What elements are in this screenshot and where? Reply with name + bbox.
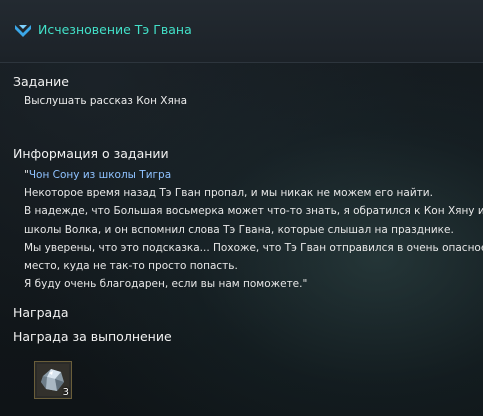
description-line: место, куда не так-то просто попасть. [24,260,238,273]
quest-header: Исчезновение Тэ Гвана [0,0,483,63]
description-line: В надежде, что Большая восьмерка может ч… [24,205,483,218]
chevron-quest-icon [14,22,32,40]
quest-title: Исчезновение Тэ Гвана [38,22,192,37]
description-line: Мы уверены, что это подсказка... Похоже,… [24,241,483,254]
item-count: 3 [62,387,69,398]
description-line: Я буду очень благодарен, если вы нам пом… [24,278,308,291]
speaker-name: Чон Сону из школы Тигра [28,169,172,181]
completion-reward-heading: Награда за выполнение [13,329,172,344]
description-line: школы Волка, и он вспомнил слова Тэ Гван… [24,223,454,236]
speaker-line: "Чон Сону из школы Тигра [24,166,476,184]
task-objective: Выслушать рассказ Кон Хяна [24,95,188,107]
description-line: Некоторое время назад Тэ Гван пропал, и … [24,187,433,200]
reward-heading: Награда [13,305,69,320]
quest-details-panel: Исчезновение Тэ Гвана Задание Выслушать … [0,0,483,416]
task-heading: Задание [13,74,69,89]
info-heading: Информация о задании [13,146,169,161]
quest-description: "Чон Сону из школы Тигра Некоторое время… [24,166,483,293]
reward-item-slot[interactable]: 3 [34,361,72,399]
